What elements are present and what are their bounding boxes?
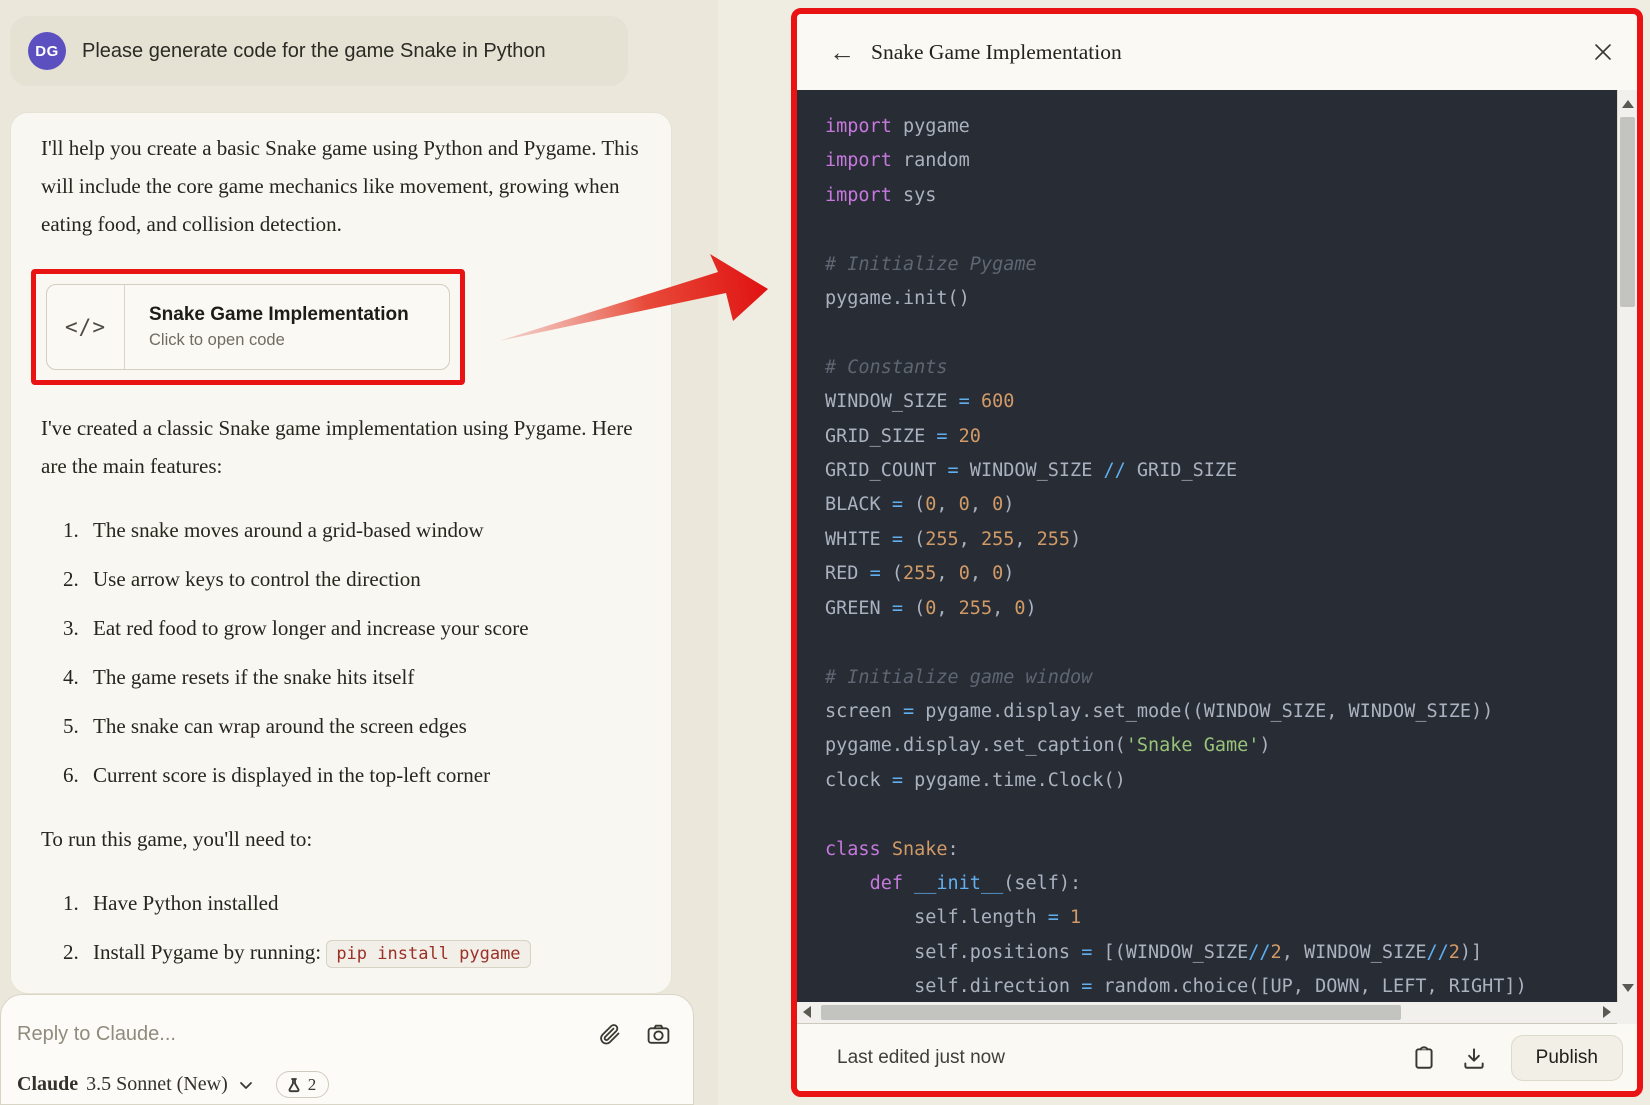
code-icon: </>: [65, 315, 106, 339]
feature-item: The snake moves around a grid-based wind…: [63, 511, 548, 549]
app-window: DG Please generate code for the game Sna…: [0, 0, 1650, 1105]
reply-input[interactable]: Reply to Claude...: [17, 1023, 597, 1046]
download-icon: [1461, 1045, 1487, 1071]
artifact-card[interactable]: </> Snake Game Implementation Click to o…: [46, 284, 450, 370]
artifact-panel-annotation-box: ← Snake Game Implementation import pygam…: [791, 8, 1643, 1097]
panel-footer: Last edited just now Publish: [797, 1025, 1637, 1091]
vertical-scroll-thumb[interactable]: [1620, 117, 1635, 307]
feature-item: Use arrow keys to control the direction: [63, 560, 548, 598]
vertical-scrollbar[interactable]: [1617, 90, 1637, 1002]
composer: Reply to Claude... Claude 3.5 So: [0, 994, 694, 1105]
assistant-message-card: I'll help you create a basic Snake game …: [10, 112, 672, 994]
artifact-annotation-box: </> Snake Game Implementation Click to o…: [31, 269, 465, 385]
attach-button[interactable]: [597, 1021, 623, 1047]
run-steps-list: Have Python installed Install Pygame by …: [41, 884, 641, 973]
user-message-bubble: DG Please generate code for the game Sna…: [10, 16, 628, 86]
artifact-panel: ← Snake Game Implementation import pygam…: [797, 14, 1637, 1091]
run-step: Have Python installed: [63, 884, 548, 922]
scroll-up-arrow[interactable]: [1622, 100, 1634, 108]
artifact-icon-cell: </>: [47, 285, 125, 369]
panel-title: Snake Game Implementation: [871, 14, 1122, 90]
copy-button[interactable]: [1411, 1045, 1437, 1071]
publish-button[interactable]: Publish: [1511, 1035, 1623, 1081]
horizontal-scrollbar[interactable]: [797, 1002, 1617, 1024]
camera-icon: [646, 1022, 671, 1047]
scrollbar-corner: [1617, 1002, 1637, 1024]
close-button[interactable]: [1587, 36, 1619, 68]
scroll-right-arrow[interactable]: [1603, 1006, 1611, 1018]
run-step: Install Pygame by running: pip install p…: [63, 933, 548, 973]
scroll-down-arrow[interactable]: [1622, 984, 1634, 992]
code-viewer[interactable]: import pygameimport randomimport sys # I…: [797, 90, 1617, 1002]
last-edited-status: Last edited just now: [837, 1047, 1005, 1069]
model-version: 3.5 Sonnet (New): [86, 1073, 228, 1096]
back-button[interactable]: ←: [825, 14, 859, 90]
usage-badge[interactable]: 2: [276, 1071, 330, 1098]
close-icon: [1592, 41, 1614, 63]
scroll-left-arrow[interactable]: [803, 1006, 811, 1018]
code-content: import pygameimport randomimport sys # I…: [797, 90, 1617, 1002]
arrow-left-icon: ←: [829, 37, 855, 68]
feature-item: Eat red food to grow longer and increase…: [63, 609, 548, 647]
user-message-text: Please generate code for the game Snake …: [82, 40, 546, 63]
badge-count: 2: [308, 1075, 317, 1095]
chevron-down-icon: [238, 1077, 254, 1093]
model-selector[interactable]: Claude 3.5 Sonnet (New) 2: [17, 1071, 329, 1098]
panel-header: ← Snake Game Implementation: [797, 14, 1637, 90]
download-button[interactable]: [1461, 1045, 1487, 1071]
feature-item: The snake can wrap around the screen edg…: [63, 707, 548, 745]
paperclip-icon: [598, 1022, 622, 1046]
clipboard-icon: [1411, 1045, 1437, 1071]
user-avatar: DG: [28, 32, 66, 70]
inline-code: pip install pygame: [326, 940, 530, 968]
model-name: Claude: [17, 1073, 78, 1096]
artifact-title: Snake Game Implementation: [149, 304, 449, 326]
features-intro: I've created a classic Snake game implem…: [41, 409, 641, 485]
intro-paragraph: I'll help you create a basic Snake game …: [41, 129, 641, 243]
screenshot-button[interactable]: [645, 1021, 671, 1047]
run-intro: To run this game, you'll need to:: [41, 820, 641, 858]
flask-icon: [286, 1077, 302, 1093]
artifact-subtitle: Click to open code: [149, 331, 449, 350]
horizontal-scroll-thumb[interactable]: [821, 1005, 1401, 1020]
feature-list: The snake moves around a grid-based wind…: [41, 511, 641, 794]
feature-item: Current score is displayed in the top-le…: [63, 756, 548, 794]
feature-item: The game resets if the snake hits itself: [63, 658, 548, 696]
